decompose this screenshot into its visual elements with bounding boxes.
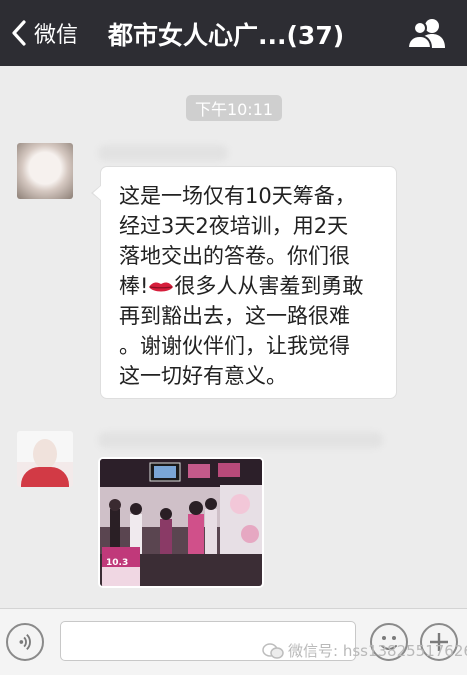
message-fragment: 很多人从害羞到勇敢 <box>174 274 364 298</box>
photo-sign-text: 10.3 <box>106 558 128 568</box>
sender-avatar[interactable] <box>17 431 73 487</box>
sender-name-blurred <box>98 432 383 448</box>
message-line: 。谢谢伙伴们，让我觉得 <box>119 334 350 358</box>
group-members-icon <box>406 19 445 49</box>
image-message[interactable]: 10.3 <box>98 457 264 588</box>
wechat-logo-icon <box>262 642 284 659</box>
message-line: 经过3天2夜培训，用2天 <box>119 214 349 238</box>
store-photo-image: 10.3 <box>100 459 262 586</box>
chat-header: 微信 都市女人心广...(37) <box>0 0 467 66</box>
message-fragment: 棒! <box>119 274 149 298</box>
chat-title: 都市女人心广...(37) <box>108 21 345 50</box>
message-line: 棒! 很多人从害羞到勇敢 <box>119 271 382 301</box>
voice-icon <box>19 634 31 650</box>
message-line: 这是一场仅有10天筹备， <box>119 184 356 208</box>
chevron-left-icon <box>12 20 26 46</box>
back-button[interactable]: 微信 <box>10 14 78 52</box>
sender-avatar[interactable] <box>17 143 73 199</box>
text-message-bubble[interactable]: 这是一场仅有10天筹备， 经过3天2夜培训，用2天 落地交出的答卷。你们很 棒!… <box>91 166 397 399</box>
lips-emoji-icon <box>149 282 174 292</box>
message-line: 落地交出的答卷。你们很 <box>119 244 350 268</box>
wechat-id-watermark: 微信号: hss13825517626 <box>262 640 467 661</box>
watermark-text: 微信号: hss13825517626 <box>288 642 467 660</box>
message-line: 再到豁出去，这一路很难 <box>119 304 350 328</box>
sender-name-blurred <box>98 145 228 161</box>
group-info-button[interactable] <box>406 16 447 50</box>
message-line: 这一切好有意义。 <box>119 364 287 388</box>
voice-input-button[interactable] <box>6 623 44 661</box>
back-label: 微信 <box>34 23 79 48</box>
message-timestamp: 下午10:11 <box>186 95 282 121</box>
